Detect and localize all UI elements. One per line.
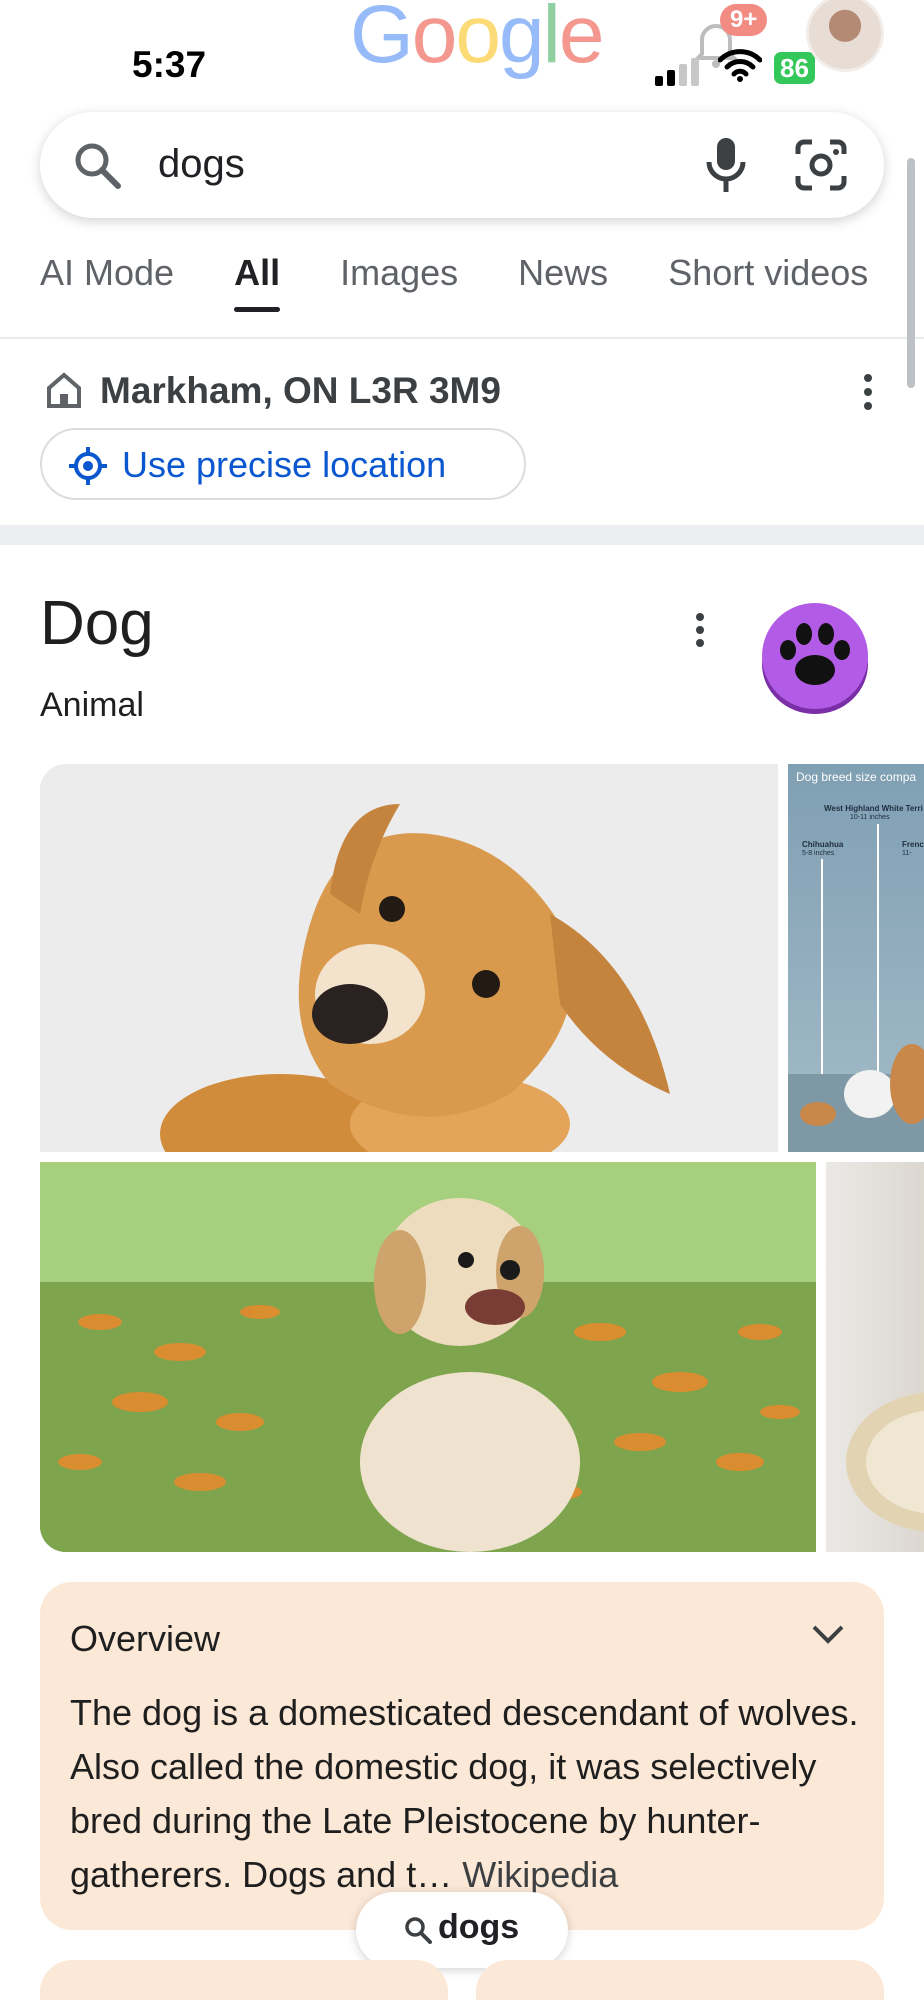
tab-news[interactable]: News: [518, 252, 608, 294]
info-card[interactable]: [476, 1960, 884, 2000]
battery-indicator: 86: [774, 52, 815, 84]
dog-breed-size-chart-image[interactable]: Dog breed size compa West Highland White…: [788, 764, 924, 1152]
floating-search-label: dogs: [438, 1908, 520, 1946]
divider: [0, 337, 924, 339]
search-icon: [75, 143, 121, 189]
section-separator: [0, 525, 924, 545]
google-logo: Google: [350, 0, 605, 82]
overview-title: Overview: [70, 1618, 221, 1659]
floating-search-button[interactable]: dogs: [356, 1892, 568, 1968]
home-location-icon: [47, 372, 81, 408]
lens-icon[interactable]: [794, 138, 848, 192]
use-precise-location-button[interactable]: Use precise location: [40, 428, 526, 500]
wifi-icon: [718, 49, 762, 82]
more-options-icon[interactable]: [690, 612, 710, 648]
tab-all[interactable]: All: [234, 252, 281, 312]
gps-icon: [69, 447, 107, 485]
search-input[interactable]: dogs: [158, 142, 245, 187]
knowledge-panel-subtitle: Animal: [40, 686, 144, 724]
logo-letter: o: [455, 0, 501, 80]
more-options-icon[interactable]: [856, 372, 880, 412]
wikipedia-link[interactable]: Wikipedia: [462, 1854, 618, 1895]
chevron-down-icon[interactable]: [810, 1622, 846, 1646]
search-bar[interactable]: dogs: [40, 112, 884, 218]
dog-image-tilted-head[interactable]: [40, 764, 778, 1152]
signal-icon: [655, 58, 699, 86]
search-icon: [405, 1917, 432, 1944]
location-text: Markham, ON L3R 3M9: [100, 370, 501, 411]
status-time: 5:37: [132, 44, 207, 85]
dog-image-partial[interactable]: [826, 1162, 924, 1552]
golden-retriever-puppy-image[interactable]: [40, 1162, 816, 1552]
logo-letter: o: [411, 0, 458, 80]
avatar[interactable]: [806, 0, 884, 72]
tab-ai-mode[interactable]: AI Mode: [40, 252, 174, 294]
logo-letter: e: [558, 0, 605, 80]
mic-icon[interactable]: [704, 136, 748, 194]
scrollbar[interactable]: [907, 158, 915, 388]
precise-location-label: Use precise location: [122, 444, 447, 485]
info-card[interactable]: [40, 1960, 448, 2000]
paw-icon: [762, 603, 868, 714]
search-tabs: AI Mode All Images News Short videos: [40, 252, 924, 312]
overview-card[interactable]: Overview The dog is a domesticated desce…: [40, 1582, 884, 1930]
tab-short-videos[interactable]: Short videos: [668, 252, 868, 294]
notification-badge: 9+: [720, 4, 768, 36]
knowledge-panel-title: Dog: [40, 589, 154, 658]
logo-letter: l: [542, 0, 561, 80]
logo-letter: G: [350, 0, 414, 80]
overview-body: The dog is a domesticated descendant of …: [70, 1686, 870, 1902]
logo-letter: g: [499, 0, 545, 80]
tab-images[interactable]: Images: [340, 252, 458, 294]
